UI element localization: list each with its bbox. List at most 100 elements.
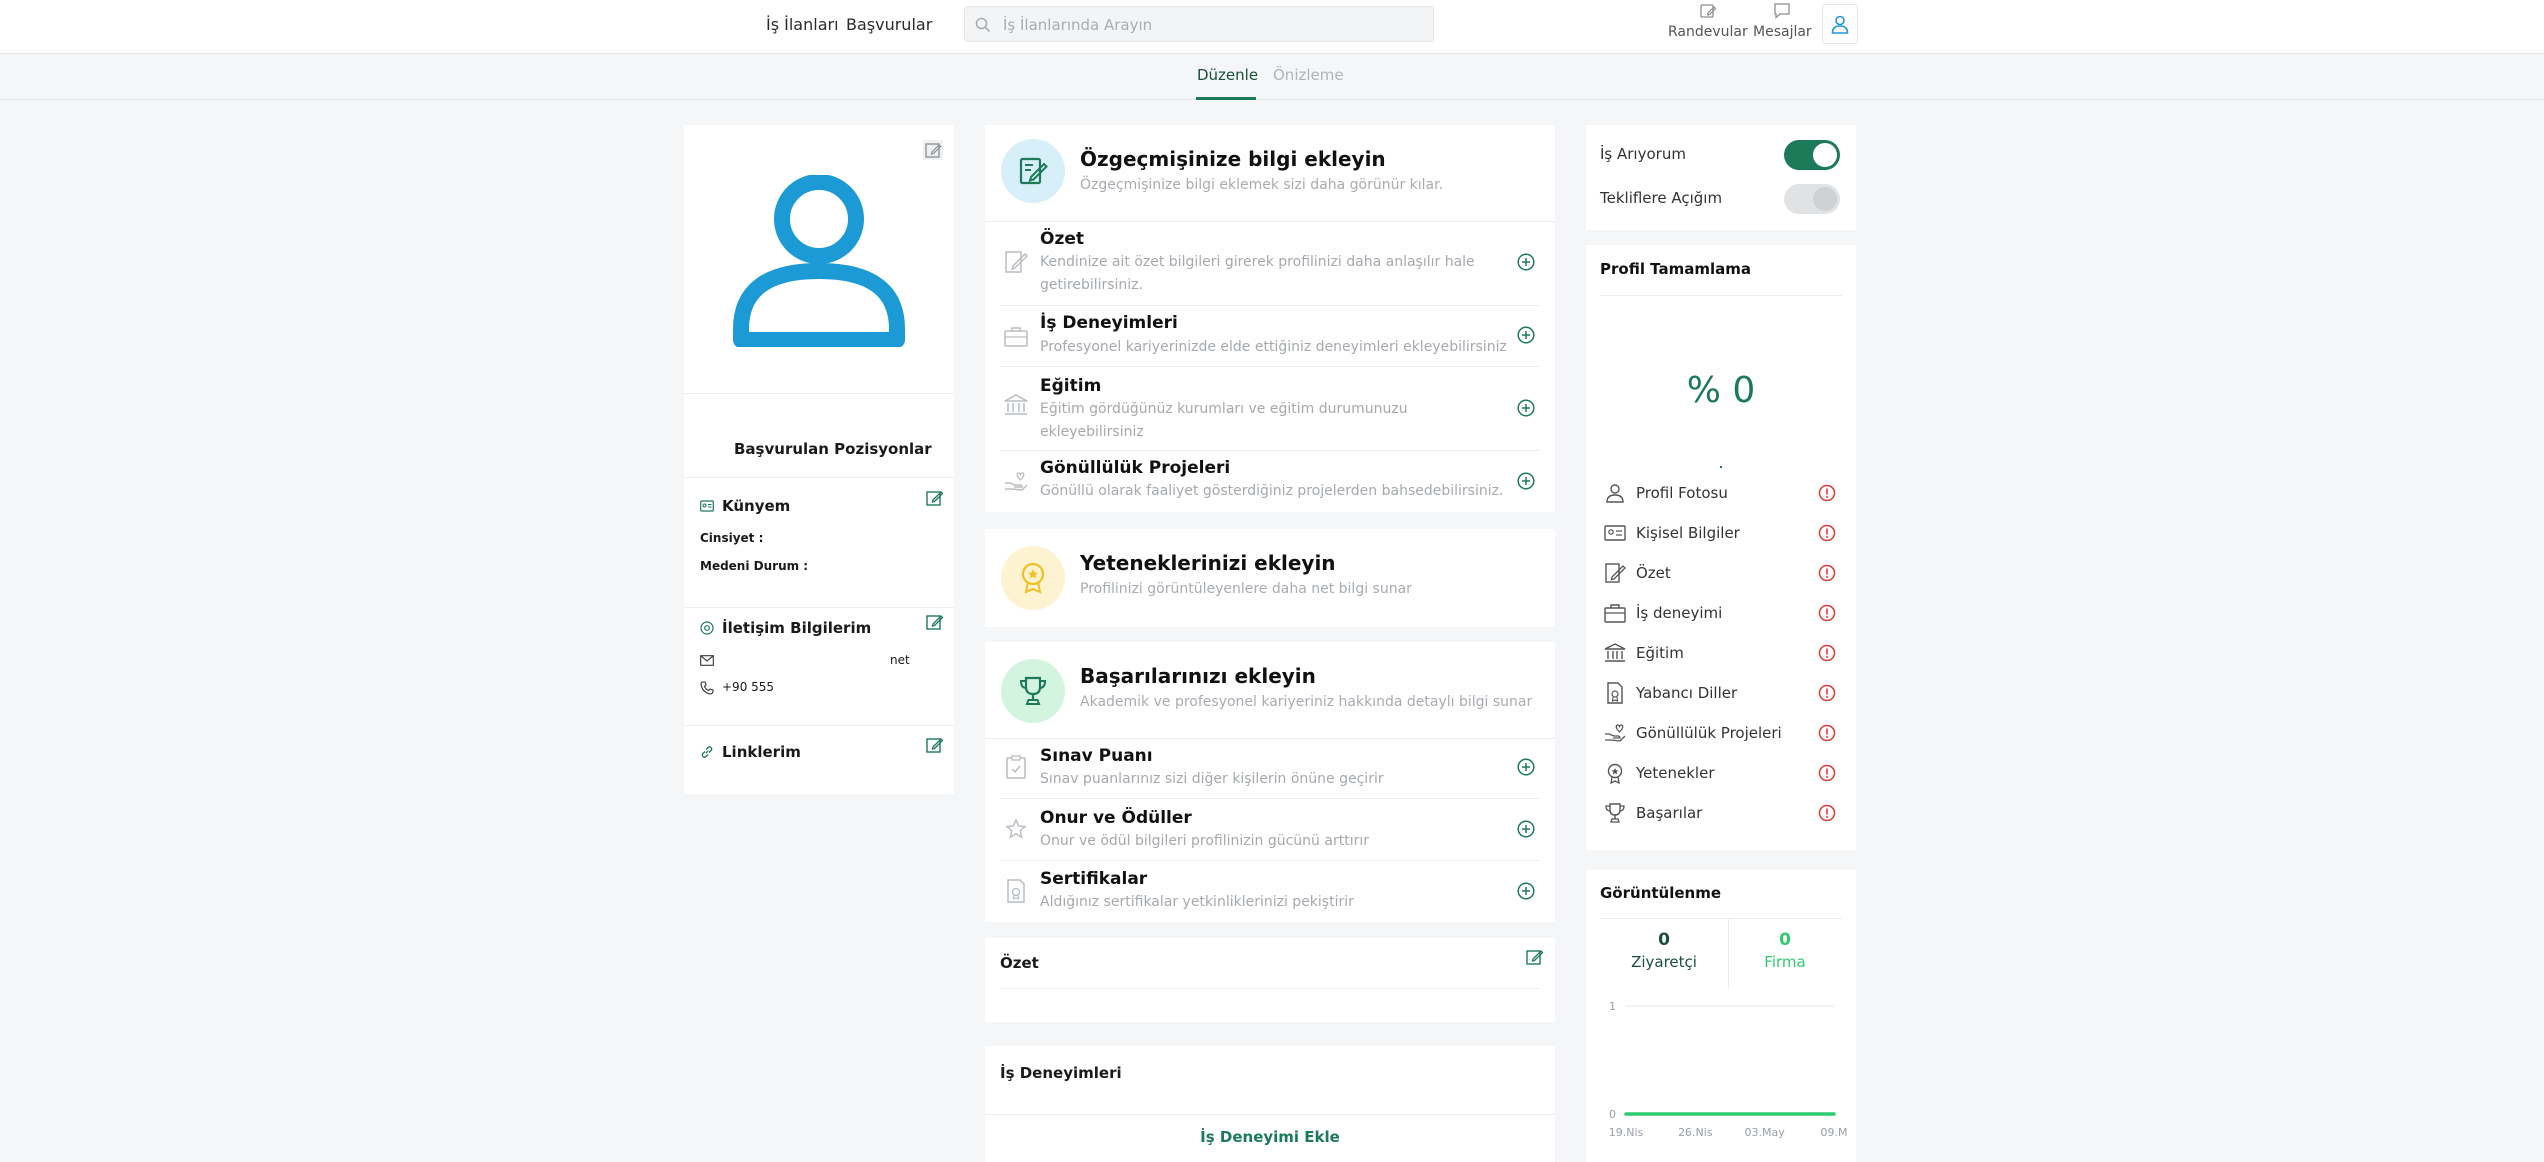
award-badge-icon — [1607, 763, 1623, 784]
skills-card-subtitle: Profilinizi görüntüleyenlere daha net bi… — [1080, 581, 1412, 597]
add-exam-score-button[interactable] — [1517, 758, 1535, 776]
open-offers-toggle[interactable] — [1784, 184, 1840, 214]
edit-preview-tabs: Düzenle Önizleme — [0, 54, 2544, 100]
add-experience-link[interactable]: İş Deneyimi Ekle — [985, 1128, 1555, 1146]
edit-links-icon[interactable] — [926, 736, 944, 754]
links-title: Linklerim — [722, 743, 801, 761]
chart-x-tick-label: 03.May — [1745, 1126, 1786, 1139]
companies-count: 0 — [1779, 930, 1791, 950]
summary-item-title: Özet — [1040, 229, 1085, 249]
exam-clipboard-icon — [1006, 755, 1026, 779]
tab-preview[interactable]: Önizleme — [1273, 66, 1344, 84]
skills-card[interactable]: Yeteneklerinizi ekleyin Profilinizi görü… — [985, 529, 1555, 627]
visitors-count: 0 — [1658, 930, 1670, 950]
user-menu-button[interactable] — [1822, 4, 1858, 44]
chat-icon — [1774, 3, 1790, 19]
education-item-title: Eğitim — [1040, 376, 1102, 396]
experience-item-desc: Profesyonel kariyerinizde elde ettiğiniz… — [1040, 339, 1507, 355]
chart-x-tick-label: 09.M — [1821, 1126, 1848, 1139]
chart-data-point — [1624, 1112, 1628, 1116]
summary-item-desc: Kendinize ait özet bilgileri girerek pro… — [1040, 254, 1475, 293]
volunteer-hand-icon — [1605, 724, 1626, 742]
skills-icon-circle — [1001, 546, 1065, 610]
warning-icon — [1818, 764, 1836, 782]
applied-positions-title[interactable]: Başvurulan Pozisyonlar — [734, 440, 932, 458]
open-offers-label: Tekliflere Açığım — [1600, 189, 1723, 207]
language-document-icon — [1607, 682, 1623, 704]
divider — [985, 1114, 1555, 1115]
views-line-chart: 1 0 19.Nis 26.Nis 03.May 09.M — [1609, 1000, 1848, 1139]
chart-data-point — [1763, 1112, 1767, 1116]
edit-photo-icon[interactable] — [922, 139, 944, 161]
edit-summary-icon[interactable] — [1526, 948, 1544, 966]
divider — [1000, 450, 1540, 451]
search-input[interactable]: İş İlanlarında Arayın — [964, 6, 1434, 42]
experience-section-title: İş Deneyimleri — [1000, 1064, 1122, 1082]
achievements-card-title: Başarılarınızı ekleyin — [1080, 664, 1316, 688]
add-experience-button[interactable] — [1517, 326, 1535, 344]
certificates-title: Sertifikalar — [1040, 869, 1148, 889]
user-icon — [1831, 15, 1849, 34]
nav-link-jobs[interactable]: İş İlanları — [766, 15, 839, 34]
toggle-knob — [1813, 143, 1837, 167]
completion-item[interactable]: Özet — [1586, 558, 1856, 588]
tab-edit[interactable]: Düzenle — [1197, 66, 1258, 84]
completion-item[interactable]: Eğitim — [1586, 638, 1856, 668]
messages-label: Mesajlar — [1753, 24, 1812, 40]
contact-title: İletişim Bilgilerim — [722, 619, 872, 637]
warning-icon — [1818, 804, 1836, 822]
warning-icon — [1818, 524, 1836, 542]
divider — [1000, 860, 1540, 861]
divider — [985, 738, 1555, 739]
chart-data-point — [1832, 1112, 1836, 1116]
job-seeking-toggle[interactable] — [1784, 140, 1840, 170]
user-icon — [1606, 484, 1624, 503]
completion-item[interactable]: Profil Fotosu — [1586, 478, 1856, 508]
completion-item[interactable]: Yetenekler — [1586, 758, 1856, 788]
warning-icon — [1818, 684, 1836, 702]
job-status-card: İş Arıyorum Tekliflere Açığım — [1586, 125, 1856, 230]
add-volunteer-button[interactable] — [1517, 472, 1535, 490]
divider — [1600, 295, 1842, 296]
profile-completion-title: Profil Tamamlama — [1600, 260, 1751, 278]
appointments-label: Randevular — [1668, 24, 1748, 40]
chart-y-tick-label: 0 — [1609, 1108, 1616, 1121]
add-summary-button[interactable] — [1517, 253, 1535, 271]
profile-card: Başvurulan Pozisyonlar Künyem Cinsiyet :… — [684, 125, 954, 794]
edit-kunyem-icon[interactable] — [926, 489, 944, 507]
chart-x-tick-label: 26.Nis — [1678, 1126, 1713, 1139]
completion-item[interactable]: İş deneyimi — [1586, 598, 1856, 628]
summary-section-title: Özet — [1000, 954, 1039, 972]
messages-button[interactable]: Mesajlar — [1753, 2, 1812, 40]
toggle-knob — [1813, 187, 1837, 211]
institution-icon — [1604, 643, 1626, 662]
achievements-icon-circle — [1001, 659, 1065, 723]
add-education-button[interactable] — [1517, 399, 1535, 417]
star-icon — [1005, 818, 1027, 839]
nav-link-applications[interactable]: Başvurular — [846, 15, 932, 34]
chart-y-tick-label: 1 — [1609, 1000, 1616, 1013]
appointments-button[interactable]: Randevular — [1668, 2, 1748, 40]
volunteer-item-title: Gönüllülük Projeleri — [1040, 458, 1231, 478]
exam-score-desc: Sınav puanlarınız sizi diğer kişilerin ö… — [1040, 771, 1384, 787]
edit-contact-icon[interactable] — [926, 613, 944, 631]
warning-icon — [1818, 604, 1836, 622]
completion-item-label: Eğitim — [1636, 644, 1684, 662]
top-navbar: İş İlanları Başvurular İş İlanlarında Ar… — [0, 0, 2544, 54]
divider — [684, 607, 954, 608]
divider — [1000, 988, 1540, 989]
completion-item-label: Kişisel Bilgiler — [1636, 524, 1740, 542]
completion-item[interactable]: Kişisel Bilgiler — [1586, 518, 1856, 548]
id-card-icon — [1604, 525, 1626, 541]
completion-item[interactable]: Gönüllülük Projeleri — [1586, 718, 1856, 748]
warning-icon — [1818, 484, 1836, 502]
add-certificates-button[interactable] — [1517, 882, 1535, 900]
completion-item[interactable]: Yabancı Diller — [1586, 678, 1856, 708]
volunteer-item-desc: Gönüllü olarak faaliyet gösterdiğiniz pr… — [1040, 483, 1504, 499]
phone-icon — [700, 681, 714, 695]
trophy-icon — [1019, 676, 1047, 705]
add-honors-button[interactable] — [1517, 820, 1535, 838]
completion-item[interactable]: Başarılar — [1586, 798, 1856, 828]
experience-item-title: İş Deneyimleri — [1040, 313, 1178, 333]
summary-icon — [1005, 251, 1029, 273]
